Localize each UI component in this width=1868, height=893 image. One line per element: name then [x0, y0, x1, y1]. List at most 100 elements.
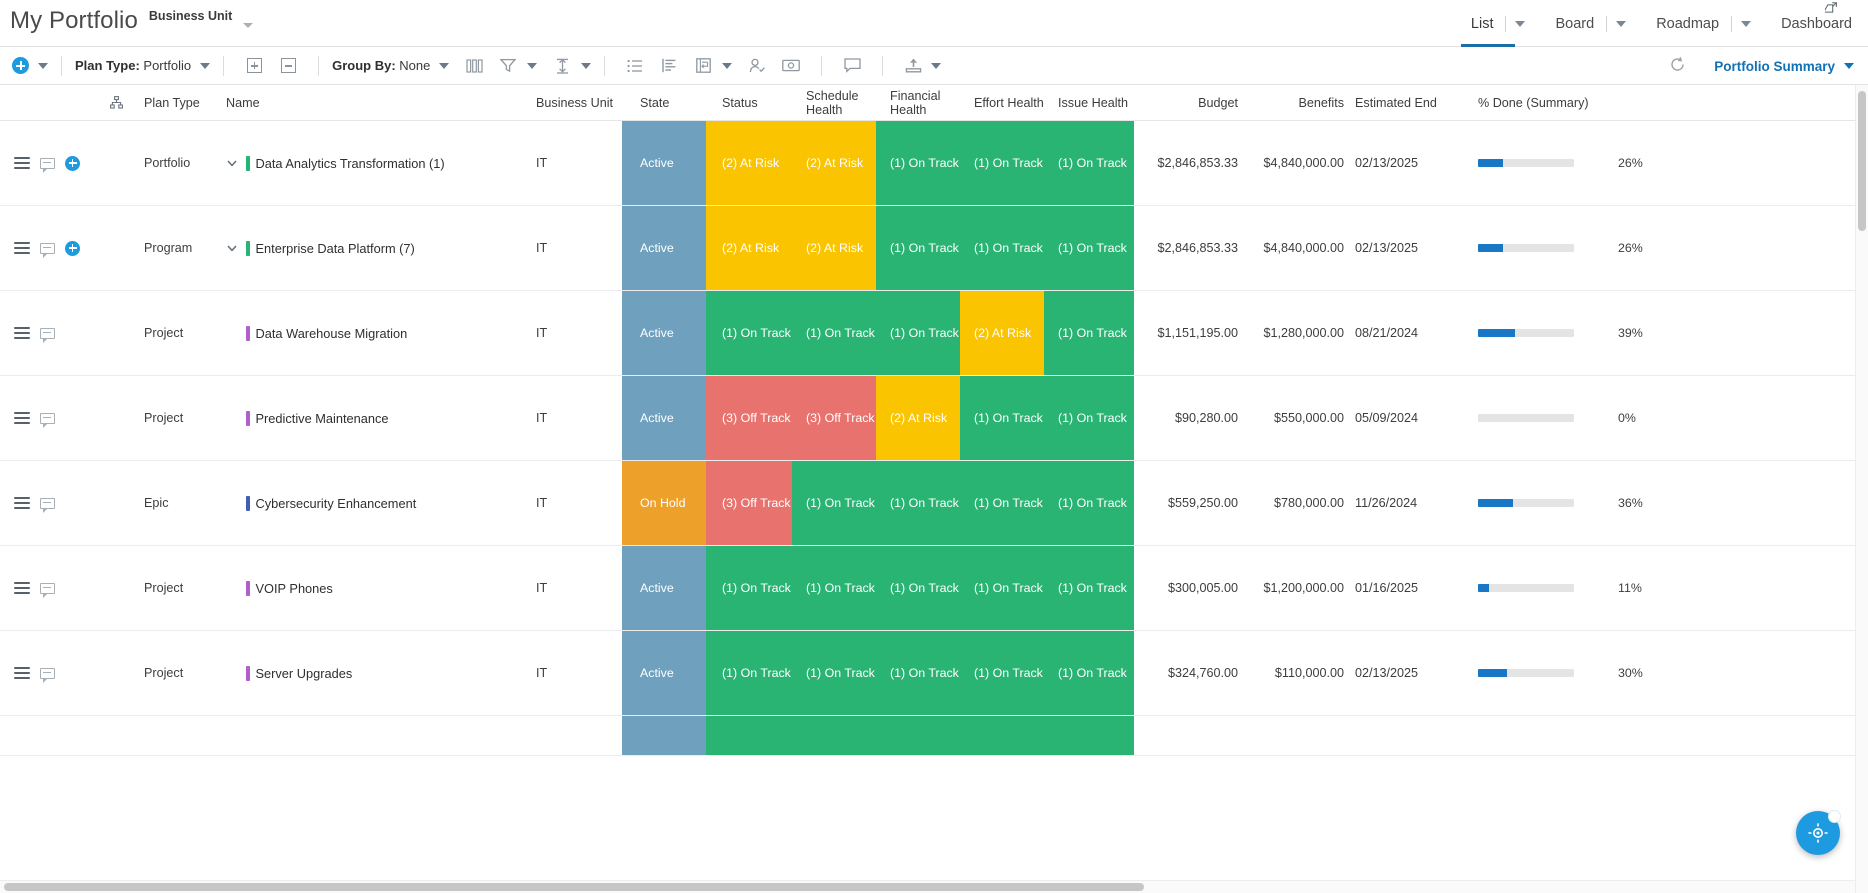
cell-issue-health[interactable]: (1) On Track	[1044, 376, 1134, 460]
drag-handle-icon[interactable]	[14, 242, 30, 254]
columns-icon[interactable]	[463, 55, 485, 77]
header-status[interactable]: Status	[706, 96, 792, 110]
cell-financial-health[interactable]	[876, 716, 960, 755]
chevron-down-icon[interactable]	[38, 62, 48, 69]
cell-financial-health[interactable]: (1) On Track	[876, 461, 960, 545]
comment-icon[interactable]	[40, 412, 55, 428]
drag-handle-icon[interactable]	[14, 667, 30, 679]
detail-view-icon[interactable]	[658, 55, 680, 77]
cell-state[interactable]: Active	[622, 376, 706, 460]
comment-icon[interactable]	[40, 497, 55, 513]
cell-effort-health[interactable]: (1) On Track	[960, 631, 1044, 715]
header-name[interactable]: Name	[226, 96, 536, 110]
cell-financial-health[interactable]: (1) On Track	[876, 291, 960, 375]
tab-dashboard[interactable]: Dashboard	[1779, 0, 1854, 47]
table-row[interactable]: Project VOIP Phones IT Active (1) On Track (1…	[0, 546, 1868, 631]
add-child-icon[interactable]	[65, 155, 80, 171]
tab-list[interactable]: List	[1460, 0, 1528, 47]
cell-status[interactable]: (1) On Track	[706, 631, 792, 715]
cell-name[interactable]: Data Warehouse Migration	[226, 291, 536, 375]
cell-state[interactable]: Active	[622, 121, 706, 205]
swimlane-icon[interactable]	[692, 55, 714, 77]
assign-user-icon[interactable]	[746, 55, 768, 77]
cell-name[interactable]: Data Analytics Transformation (1)	[226, 121, 536, 205]
comment-icon[interactable]	[841, 55, 863, 77]
table-row[interactable]: Epic Cybersecurity Enhancement IT On Hold (3…	[0, 461, 1868, 546]
cell-state[interactable]: Active	[622, 291, 706, 375]
export-icon[interactable]	[902, 55, 924, 77]
cell-schedule-health[interactable]: (1) On Track	[792, 461, 876, 545]
cell-name[interactable]	[226, 716, 536, 755]
cell-name[interactable]: Predictive Maintenance	[226, 376, 536, 460]
table-row[interactable]: Program Enterprise Data Platform (7) IT Act…	[0, 206, 1868, 291]
header-budget[interactable]: Budget	[1134, 96, 1238, 110]
chevron-down-icon[interactable]	[1616, 20, 1627, 27]
cell-name[interactable]: Server Upgrades	[226, 631, 536, 715]
cell-state[interactable]: Active	[622, 206, 706, 290]
filter-icon[interactable]	[497, 55, 519, 77]
header-plan-type[interactable]: Plan Type	[144, 96, 226, 110]
cell-effort-health[interactable]: (1) On Track	[960, 376, 1044, 460]
table-row[interactable]: Project Data Warehouse Migration IT Active(…	[0, 291, 1868, 376]
drag-handle-icon[interactable]	[14, 582, 30, 594]
drag-handle-icon[interactable]	[14, 327, 30, 339]
cell-issue-health[interactable]: (1) On Track	[1044, 121, 1134, 205]
cell-state[interactable]: On Hold	[622, 461, 706, 545]
chevron-down-icon[interactable]	[1515, 20, 1526, 27]
header-state[interactable]: State	[622, 96, 706, 110]
table-row[interactable]: Project Predictive Maintenance IT Active (3)…	[0, 376, 1868, 461]
group-by-filter[interactable]: Group By: None	[332, 58, 450, 73]
cell-status[interactable]	[706, 716, 792, 755]
vertical-scrollbar[interactable]	[1855, 85, 1868, 893]
cell-financial-health[interactable]: (1) On Track	[876, 121, 960, 205]
header-benefits[interactable]: Benefits	[1238, 96, 1344, 110]
cell-effort-health[interactable]	[960, 716, 1044, 755]
help-assistant-button[interactable]	[1796, 810, 1841, 855]
cell-schedule-health[interactable]	[792, 716, 876, 755]
cell-financial-health[interactable]: (2) At Risk	[876, 376, 960, 460]
drag-handle-icon[interactable]	[14, 157, 30, 169]
row-height-icon[interactable]	[551, 55, 573, 77]
cell-effort-health[interactable]: (1) On Track	[960, 546, 1044, 630]
header-effort-health[interactable]: Effort Health	[960, 96, 1044, 110]
vertical-scrollbar-thumb[interactable]	[1858, 91, 1866, 231]
cell-name[interactable]: Enterprise Data Platform (7)	[226, 206, 536, 290]
add-child-icon[interactable]	[65, 240, 80, 256]
cell-state[interactable]	[622, 716, 706, 755]
chevron-down-icon[interactable]	[226, 242, 238, 254]
plan-name-link[interactable]: Enterprise Data Platform (7)	[256, 241, 415, 256]
table-row[interactable]	[0, 716, 1868, 756]
header-business-unit[interactable]: Business Unit	[536, 96, 622, 110]
chevron-down-icon[interactable]	[1844, 63, 1854, 69]
cell-issue-health[interactable]: (1) On Track	[1044, 546, 1134, 630]
cell-financial-health[interactable]: (1) On Track	[876, 206, 960, 290]
cell-status[interactable]: (1) On Track	[706, 546, 792, 630]
plus-circle-icon[interactable]	[12, 57, 29, 74]
comment-icon[interactable]	[40, 242, 55, 258]
plan-name-link[interactable]: Cybersecurity Enhancement	[256, 496, 417, 511]
cell-issue-health[interactable]: (1) On Track	[1044, 461, 1134, 545]
header-estimated-end[interactable]: Estimated End	[1344, 96, 1454, 110]
cell-schedule-health[interactable]: (3) Off Track	[792, 376, 876, 460]
cell-name[interactable]: Cybersecurity Enhancement	[226, 461, 536, 545]
tab-board[interactable]: Board	[1553, 0, 1628, 47]
cell-schedule-health[interactable]: (1) On Track	[792, 546, 876, 630]
chevron-down-icon[interactable]	[1741, 20, 1752, 27]
comment-icon[interactable]	[40, 667, 55, 683]
add-new-control[interactable]	[12, 57, 48, 74]
drag-handle-icon[interactable]	[14, 412, 30, 424]
hierarchy-icon[interactable]	[88, 96, 144, 109]
cell-status[interactable]: (1) On Track	[706, 291, 792, 375]
header-financial-health[interactable]: Financial Health	[876, 89, 960, 117]
plan-type-filter[interactable]: Plan Type: Portfolio	[75, 58, 211, 73]
horizontal-scrollbar-thumb[interactable]	[4, 883, 1144, 891]
plan-name-link[interactable]: Server Upgrades	[256, 666, 353, 681]
cell-effort-health[interactable]: (1) On Track	[960, 461, 1044, 545]
cell-financial-health[interactable]: (1) On Track	[876, 546, 960, 630]
cell-effort-health[interactable]: (1) On Track	[960, 206, 1044, 290]
plan-name-link[interactable]: Data Warehouse Migration	[256, 326, 408, 341]
cell-effort-health[interactable]: (1) On Track	[960, 121, 1044, 205]
cell-issue-health[interactable]: (1) On Track	[1044, 291, 1134, 375]
cell-schedule-health[interactable]: (1) On Track	[792, 631, 876, 715]
chevron-down-icon[interactable]	[439, 62, 450, 69]
